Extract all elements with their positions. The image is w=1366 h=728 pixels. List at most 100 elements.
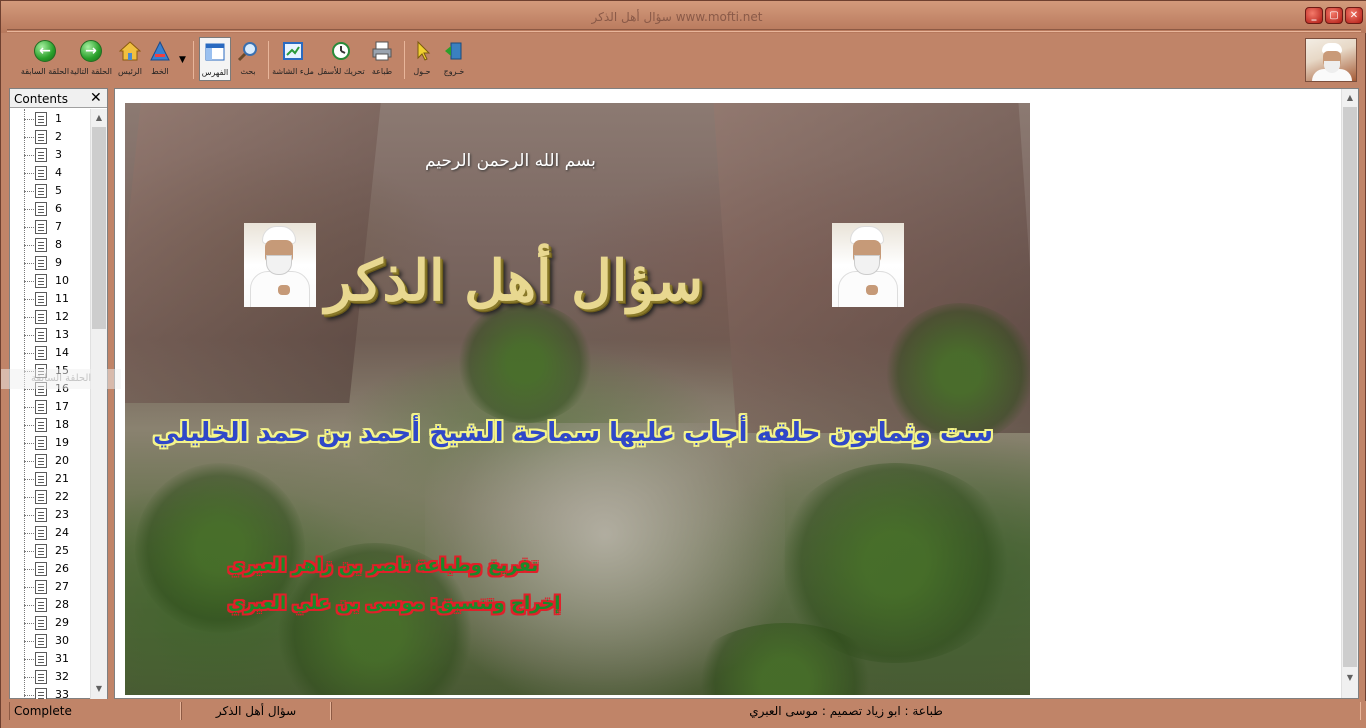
tree-item[interactable]: 22 xyxy=(10,489,90,507)
print-button[interactable]: طباعة xyxy=(367,37,397,81)
cover-subtitle: ست وثمانون حلقة أجاب عليها سماحة الشيخ أ… xyxy=(153,418,994,448)
tree-item-label: 26 xyxy=(55,562,69,575)
tree-item-label: 31 xyxy=(55,652,69,665)
tree-item[interactable]: 3 xyxy=(10,147,90,165)
document-icon xyxy=(35,112,47,126)
tree-item[interactable]: 6 xyxy=(10,201,90,219)
tree-item[interactable]: 18 xyxy=(10,417,90,435)
tree-connector xyxy=(24,335,34,336)
scroll-down-arrow-icon[interactable]: ▼ xyxy=(91,682,107,696)
print-label: طباعة xyxy=(371,67,393,76)
minimize-button[interactable]: _ xyxy=(1305,7,1323,24)
tree-item[interactable]: 30 xyxy=(10,633,90,651)
tree-item[interactable]: 19 xyxy=(10,435,90,453)
tree-item[interactable]: 14 xyxy=(10,345,90,363)
content-scroll-thumb[interactable] xyxy=(1343,107,1357,667)
tree-connector xyxy=(24,119,34,120)
arrow-left-icon: ← xyxy=(34,40,56,62)
tree-connector xyxy=(24,425,34,426)
tree-item-label: 30 xyxy=(55,634,69,647)
document-icon xyxy=(35,526,47,540)
close-button[interactable]: ✕ xyxy=(1345,7,1363,24)
tree-connector xyxy=(24,281,34,282)
tree-connector xyxy=(24,389,34,390)
scroll-down-arrow-icon[interactable]: ▼ xyxy=(1342,671,1358,685)
tree-item[interactable]: 13 xyxy=(10,327,90,345)
search-button[interactable]: بحث xyxy=(233,37,263,81)
window-title: سؤال أهل الذكر www.mofti.net xyxy=(1,10,1366,24)
exit-button[interactable]: خـروج xyxy=(439,37,469,81)
document-icon xyxy=(35,238,47,252)
tree-connector xyxy=(24,443,34,444)
document-icon xyxy=(35,166,47,180)
tree-item[interactable]: 11 xyxy=(10,291,90,309)
contents-scroll-thumb[interactable] xyxy=(92,127,106,329)
tree-connector xyxy=(24,209,34,210)
chevron-down-icon: ▼ xyxy=(179,55,186,65)
tree-item[interactable]: 10 xyxy=(10,273,90,291)
status-state: Complete xyxy=(9,702,181,720)
tree-item-label: 27 xyxy=(55,580,69,593)
tree-connector xyxy=(24,173,34,174)
status-credits: طباعة : ابو زياد تصميم : موسى العبري xyxy=(331,702,1361,720)
tree-item[interactable]: 4 xyxy=(10,165,90,183)
tree-item[interactable]: 31 xyxy=(10,651,90,669)
fullscreen-icon xyxy=(283,42,303,60)
tree-item[interactable]: 9 xyxy=(10,255,90,273)
status-book: سؤال أهل الذكر xyxy=(181,702,331,720)
tree-connector xyxy=(24,479,34,480)
font-icon xyxy=(150,40,170,61)
tree-item-label: 5 xyxy=(55,184,62,197)
ghost-tooltip: الحلقة السابقة xyxy=(1,369,121,389)
tree-item[interactable]: 2 xyxy=(10,129,90,147)
tree-item[interactable]: 12 xyxy=(10,309,90,327)
tree-item[interactable]: 1 xyxy=(10,111,90,129)
contents-close-button[interactable]: ✕ xyxy=(90,90,102,106)
tree-item[interactable]: 5 xyxy=(10,183,90,201)
tree-item[interactable]: 24 xyxy=(10,525,90,543)
next-episode-button[interactable]: → الحلقة التالية xyxy=(70,37,112,81)
window-title-text: سؤال أهل الذكر xyxy=(591,10,672,24)
tree-item[interactable]: 17 xyxy=(10,399,90,417)
tree-item[interactable]: 21 xyxy=(10,471,90,489)
home-icon xyxy=(119,41,141,61)
fullscreen-button[interactable]: ملء الشاشة xyxy=(272,37,314,81)
tree-item-label: 7 xyxy=(55,220,62,233)
tree-item[interactable]: 20 xyxy=(10,453,90,471)
font-dropdown-button[interactable]: ▼ xyxy=(177,37,189,81)
document-icon xyxy=(35,616,47,630)
document-icon xyxy=(35,544,47,558)
tree-item-label: 11 xyxy=(55,292,69,305)
tree-item[interactable]: 28 xyxy=(10,597,90,615)
tree-item[interactable]: 25 xyxy=(10,543,90,561)
arrow-right-icon: → xyxy=(80,40,102,62)
tree-item[interactable]: 23 xyxy=(10,507,90,525)
tree-item[interactable]: 32 xyxy=(10,669,90,687)
contents-header: Contents ✕ xyxy=(10,89,107,108)
search-icon xyxy=(237,42,257,62)
contents-scrollbar[interactable]: ▲ ▼ xyxy=(90,109,107,699)
scroll-up-arrow-icon[interactable]: ▲ xyxy=(91,111,107,125)
exit-door-icon xyxy=(445,42,462,60)
tree-item-label: 23 xyxy=(55,508,69,521)
font-button[interactable]: الخط xyxy=(145,37,175,81)
document-icon xyxy=(35,148,47,162)
content-scrollbar[interactable]: ▲ ▼ xyxy=(1341,89,1358,698)
tree-item-label: 29 xyxy=(55,616,69,629)
document-icon xyxy=(35,688,47,699)
prev-episode-button[interactable]: ← الحلقة السابقة xyxy=(21,37,69,81)
tree-item[interactable]: 27 xyxy=(10,579,90,597)
about-button[interactable]: حـول xyxy=(409,37,435,81)
tree-item[interactable]: 29 xyxy=(10,615,90,633)
tree-item[interactable]: 8 xyxy=(10,237,90,255)
tree-item[interactable]: 26 xyxy=(10,561,90,579)
scroll-up-arrow-icon[interactable]: ▲ xyxy=(1342,91,1358,105)
tree-item[interactable]: 7 xyxy=(10,219,90,237)
cover-title: سؤال أهل الذكر xyxy=(325,248,704,314)
scroll-down-button[interactable]: تحريك للأسفل xyxy=(317,37,365,81)
tree-item[interactable]: 33 xyxy=(10,687,90,699)
document-icon xyxy=(35,634,47,648)
maximize-button[interactable]: ▢ xyxy=(1325,7,1343,24)
document-icon xyxy=(35,400,47,414)
tree-connector xyxy=(24,263,34,264)
